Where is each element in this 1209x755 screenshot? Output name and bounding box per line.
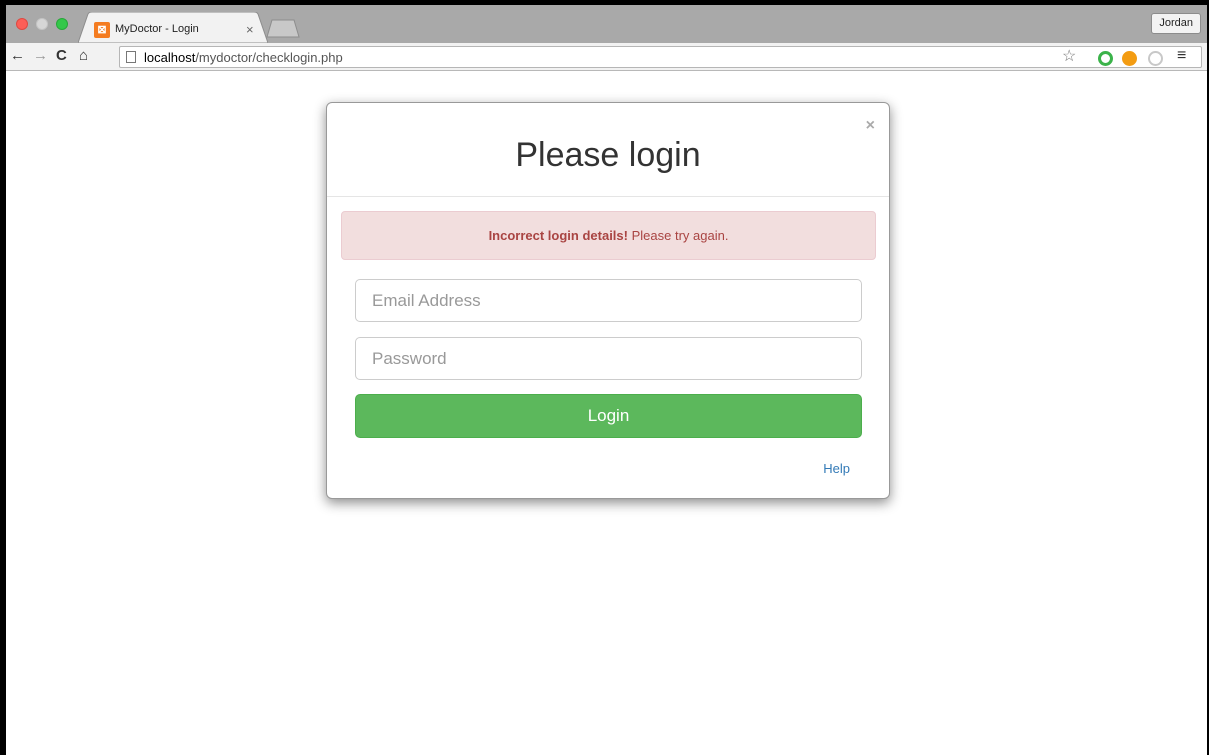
url-text: localhost/mydoctor/checklogin.php	[144, 50, 343, 65]
login-modal: × Please login Incorrect login details! …	[326, 102, 890, 499]
minimize-window-button[interactable]	[36, 18, 48, 30]
new-tab-button[interactable]	[266, 19, 300, 38]
url-host: localhost	[144, 50, 196, 65]
forward-arrow-icon[interactable]: →	[33, 46, 48, 66]
home-icon[interactable]: ⌂	[79, 46, 88, 66]
email-input[interactable]	[355, 279, 862, 322]
login-button[interactable]: Login	[355, 394, 862, 438]
alert-text: Please try again.	[627, 228, 729, 243]
modal-close-icon[interactable]: ×	[866, 117, 875, 135]
reload-icon[interactable]: C	[56, 46, 67, 66]
browser-toolbar: ← → C ⌂ localhost/mydoctor/checklogin.ph…	[6, 43, 1207, 71]
browser-window: ⊠ MyDoctor - Login × Jordan ← → C ⌂ loca…	[6, 5, 1207, 755]
url-path: /mydoctor/checklogin.php	[195, 50, 343, 65]
bookmark-star-icon[interactable]: ☆	[1062, 46, 1076, 66]
tab-title: MyDoctor - Login	[115, 23, 199, 35]
tab-close-icon[interactable]: ×	[246, 22, 254, 37]
close-window-button[interactable]	[16, 18, 28, 30]
modal-title: Please login	[515, 136, 701, 174]
page-content: × Please login Incorrect login details! …	[6, 72, 1207, 755]
password-input[interactable]	[355, 337, 862, 380]
xampp-favicon-icon: ⊠	[94, 22, 110, 38]
address-bar[interactable]: localhost/mydoctor/checklogin.php ☆ ≡	[119, 46, 1202, 68]
help-link[interactable]: Help	[823, 461, 850, 476]
tab-strip: ⊠ MyDoctor - Login × Jordan	[6, 5, 1207, 43]
modal-header: Please login	[327, 103, 889, 197]
green-extension-icon[interactable]	[1098, 51, 1113, 66]
back-arrow-icon[interactable]: ←	[10, 46, 25, 66]
maximize-window-button[interactable]	[56, 18, 68, 30]
page-icon	[126, 51, 136, 63]
error-alert: Incorrect login details! Please try agai…	[341, 211, 876, 260]
menu-icon[interactable]: ≡	[1177, 47, 1186, 65]
tab-mydoctor-login[interactable]: ⊠ MyDoctor - Login ×	[78, 12, 268, 43]
profile-button[interactable]: Jordan	[1151, 13, 1201, 34]
fire-extension-icon[interactable]	[1122, 51, 1137, 66]
gray-extension-icon[interactable]	[1148, 51, 1163, 66]
alert-strong-text: Incorrect login details!	[488, 228, 628, 243]
